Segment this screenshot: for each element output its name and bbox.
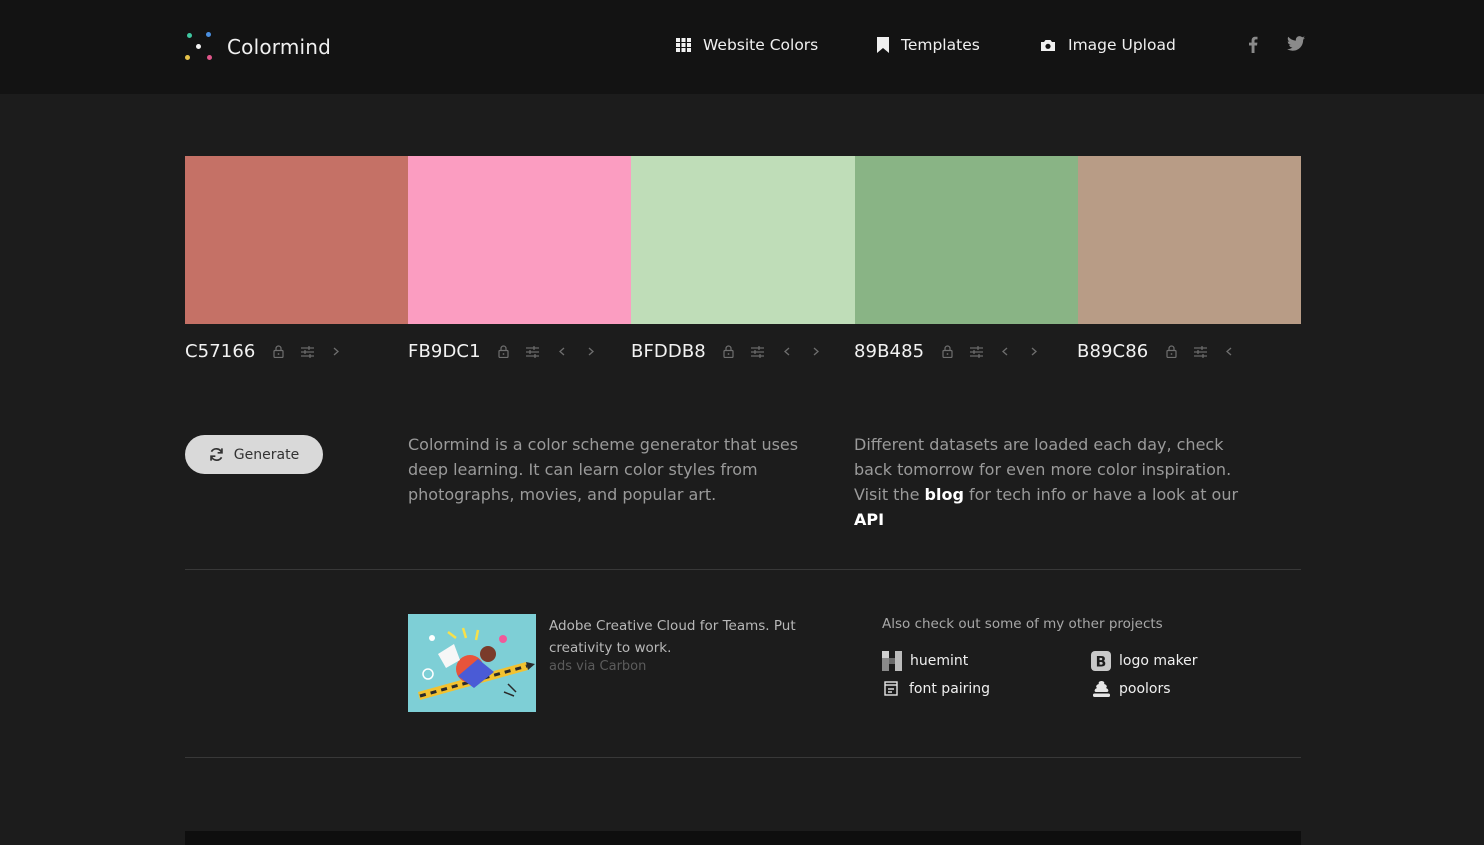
poolors-icon [1093, 681, 1110, 697]
swatch-controls-2: FB9DC1 [408, 341, 613, 362]
hex-value[interactable]: 89B485 [854, 341, 924, 362]
intro-text: Colormind is a color scheme generator th… [408, 435, 799, 504]
swatch-1[interactable] [185, 156, 409, 324]
hex-value[interactable]: FB9DC1 [408, 341, 481, 362]
project-label: logo maker [1119, 653, 1198, 669]
camera-icon [1041, 39, 1055, 51]
adjust-sliders-icon[interactable] [526, 345, 540, 359]
move-right-icon[interactable] [809, 345, 823, 359]
hex-value[interactable]: BFDDB8 [631, 341, 706, 362]
swatch-4[interactable] [854, 156, 1078, 324]
huemint-icon [882, 651, 902, 671]
app-name: Colormind [227, 35, 332, 59]
refresh-icon [210, 448, 223, 461]
swatch-controls-3: BFDDB8 [631, 341, 838, 362]
facebook-icon [1249, 36, 1258, 53]
datasets-text: Different datasets are loaded each day, … [854, 432, 1254, 532]
font-pairing-icon [884, 681, 898, 696]
nav-label: Website Colors [703, 36, 819, 54]
twitter-icon [1287, 36, 1305, 51]
swatch-controls-1: C57166 [185, 341, 358, 362]
ad-via[interactable]: ads via Carbon [549, 659, 646, 674]
project-label: font pairing [909, 680, 991, 697]
colormind-logo-icon [184, 31, 214, 63]
generate-label: Generate [233, 446, 300, 463]
move-right-icon[interactable] [1027, 345, 1041, 359]
nav-templates[interactable]: Templates [877, 36, 980, 54]
adjust-sliders-icon[interactable] [969, 345, 983, 359]
grid-icon [676, 38, 691, 52]
bookmark-icon [877, 37, 889, 53]
generate-button[interactable]: Generate [185, 435, 323, 474]
logo-maker-icon: B [1091, 651, 1111, 671]
api-link[interactable]: API [854, 510, 884, 529]
adjust-sliders-icon[interactable] [1193, 345, 1207, 359]
lock-icon[interactable] [497, 345, 511, 359]
project-label: poolors [1119, 681, 1171, 697]
move-right-icon[interactable] [329, 345, 343, 359]
palette-swatches [185, 156, 1301, 324]
lock-icon[interactable] [722, 345, 736, 359]
swatch-controls-4: 89B485 [854, 341, 1056, 362]
datasets-text-middle: for tech info or have a look at our [963, 485, 1239, 504]
svg-text:B: B [1096, 655, 1107, 671]
move-left-icon[interactable] [780, 345, 794, 359]
nav-label: Templates [901, 36, 980, 54]
facebook-link[interactable] [1248, 36, 1258, 57]
move-right-icon[interactable] [584, 345, 598, 359]
logo[interactable]: Colormind [184, 31, 331, 63]
project-huemint[interactable]: huemint [882, 651, 968, 671]
lock-icon[interactable] [1164, 345, 1178, 359]
lock-icon[interactable] [271, 345, 285, 359]
nav-label: Image Upload [1068, 36, 1176, 54]
project-logo-maker[interactable]: B logo maker [1091, 651, 1198, 671]
move-left-icon[interactable] [1222, 345, 1236, 359]
swatch-2[interactable] [408, 156, 632, 324]
project-font-pairing[interactable]: font pairing [884, 680, 990, 697]
divider-bottom [185, 757, 1301, 758]
nav-image-upload[interactable]: Image Upload [1040, 36, 1176, 54]
project-poolors[interactable]: poolors [1092, 680, 1171, 698]
move-left-icon[interactable] [998, 345, 1012, 359]
lock-icon[interactable] [940, 345, 954, 359]
twitter-link[interactable] [1287, 36, 1305, 55]
adjust-sliders-icon[interactable] [751, 345, 765, 359]
ad-text[interactable]: Adobe Creative Cloud for Teams. Put crea… [549, 615, 799, 659]
ad-image[interactable] [408, 614, 536, 712]
site-header: Colormind Website Colors Templates Image… [0, 0, 1484, 94]
projects-heading: Also check out some of my other projects [882, 616, 1163, 632]
blog-link[interactable]: blog [925, 485, 964, 504]
move-left-icon[interactable] [555, 345, 569, 359]
hex-value[interactable]: C57166 [185, 341, 255, 362]
swatch-3[interactable] [631, 156, 855, 324]
hex-value[interactable]: B89C86 [1077, 341, 1148, 362]
swatch-5[interactable] [1077, 156, 1301, 324]
footer-bar [185, 831, 1301, 845]
adjust-sliders-icon[interactable] [300, 345, 314, 359]
divider-top [185, 569, 1301, 570]
nav-website-colors[interactable]: Website Colors [676, 36, 818, 54]
swatch-controls-5: B89C86 [1077, 341, 1251, 362]
project-label: huemint [910, 653, 969, 669]
